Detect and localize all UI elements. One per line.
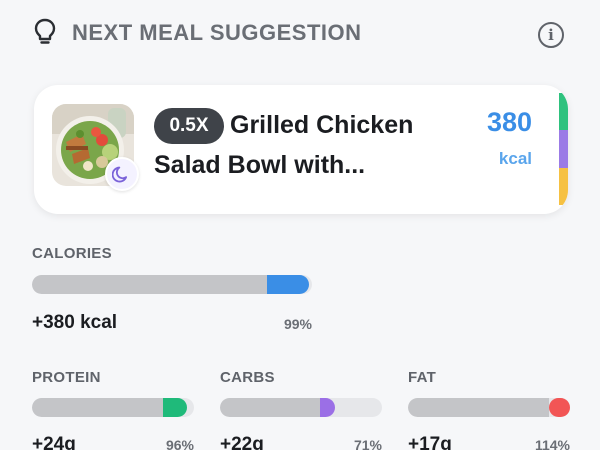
fat-percent: 114% <box>534 437 570 450</box>
protein-percent: 96% <box>165 437 194 450</box>
protein-progress-bar <box>32 398 194 417</box>
fat-label: FAT <box>408 369 437 386</box>
protein-label: PROTEIN <box>32 369 101 386</box>
macro-strip-carbs <box>559 130 568 168</box>
header: NEXT MEAL SUGGESTION i <box>32 14 572 50</box>
meal-calories-unit: kcal <box>498 149 532 168</box>
macro-color-strip <box>559 93 568 205</box>
carbs-progress-bar <box>220 398 382 417</box>
protein-amount: +24g <box>32 434 76 450</box>
calories-bar-added <box>267 275 309 294</box>
meal-name-line1: Grilled Chicken <box>230 111 414 139</box>
carbs-amount: +22g <box>220 434 264 450</box>
calories-progress-bar <box>32 275 312 294</box>
fat-progress-bar <box>408 398 570 417</box>
calories-percent: 99% <box>283 316 312 332</box>
macro-strip-fat <box>559 167 568 205</box>
calories-bar-base <box>32 275 267 294</box>
macro-strip-protein <box>559 93 568 131</box>
fat-bar-base <box>408 398 549 417</box>
portion-badge: 0.5X <box>154 108 224 144</box>
calories-amount: +380 kcal <box>32 312 118 333</box>
protein-bar-added <box>163 398 187 417</box>
meal-name-line2: Salad Bowl with... <box>154 151 366 179</box>
carbs-percent: 71% <box>353 437 382 450</box>
carbs-label: CARBS <box>220 369 275 386</box>
fat-bar-added <box>549 398 570 417</box>
info-icon[interactable]: i <box>538 22 564 48</box>
carbs-bar-added <box>320 398 335 417</box>
protein-bar-base <box>32 398 163 417</box>
moon-icon <box>105 157 139 191</box>
calories-label: CALORIES <box>32 245 112 262</box>
carbs-bar-base <box>220 398 320 417</box>
meal-calories-value: 380 <box>486 107 532 137</box>
fat-amount: +17g <box>408 434 452 450</box>
lightbulb-icon <box>34 18 56 44</box>
meal-suggestion-card[interactable]: 0.5X Grilled Chicken Salad Bowl with... … <box>34 85 568 214</box>
section-title: NEXT MEAL SUGGESTION <box>72 20 362 45</box>
